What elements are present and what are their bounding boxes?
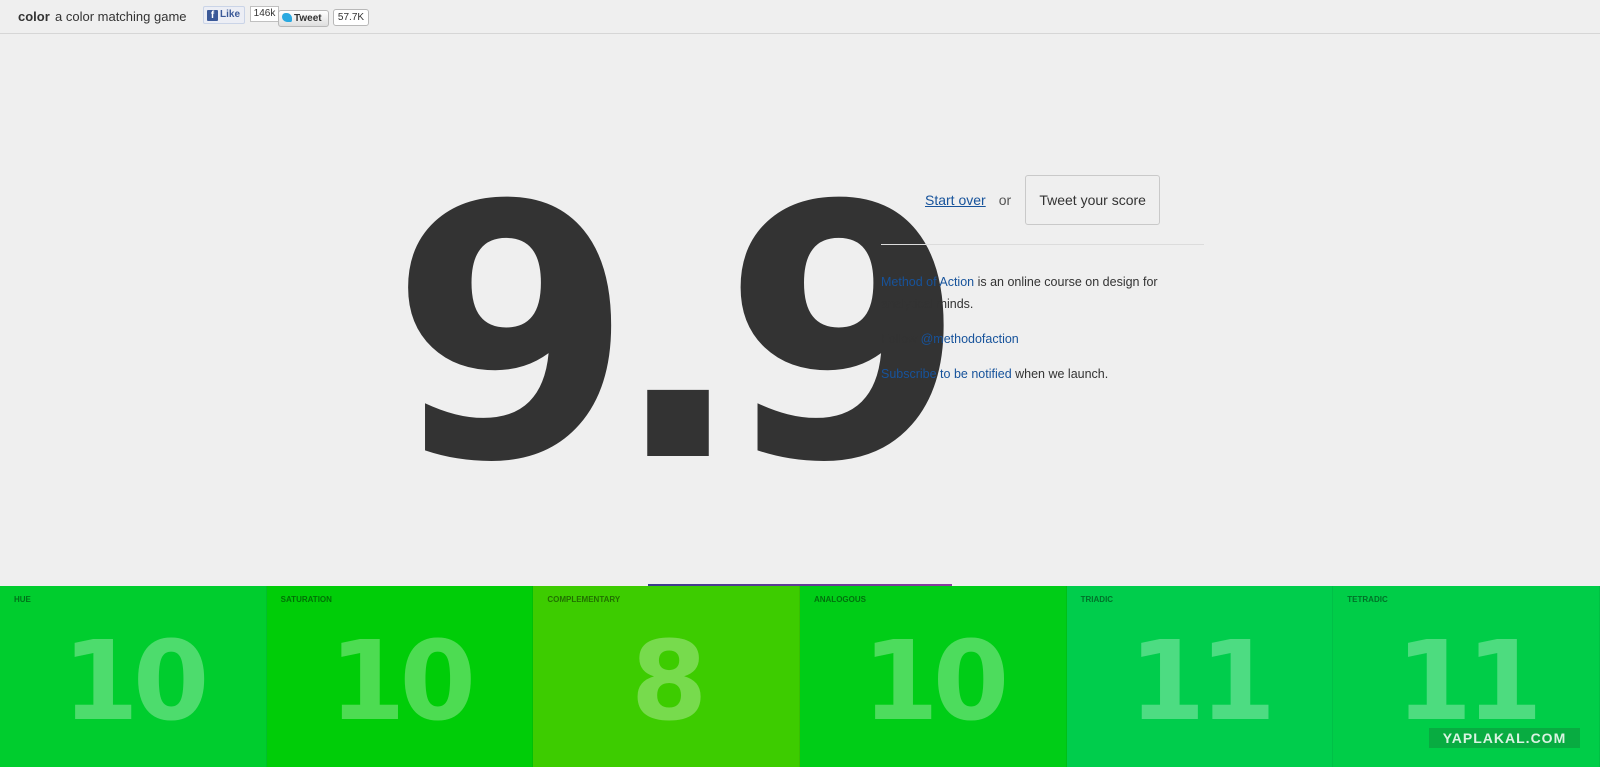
facebook-like-label: Like	[220, 9, 241, 20]
or-separator: or	[998, 192, 1012, 208]
round-score: 10	[62, 617, 209, 745]
follow-text: Follow	[881, 332, 921, 346]
tweet-label: Tweet	[294, 13, 322, 24]
round-label: ANALOGOUS	[813, 595, 866, 604]
brand-logo[interactable]: color	[18, 9, 50, 24]
round-scores: HUE 10 SATURATION 10 COMPLEMENTARY 8 ANA…	[0, 586, 1600, 767]
round-tile-hue: HUE 10	[0, 586, 267, 767]
facebook-like-button[interactable]: f Like	[203, 6, 245, 24]
subscribe-link[interactable]: Subscribe to be notified	[881, 367, 1012, 381]
round-label: TRIADIC	[1080, 595, 1114, 604]
tweet-button[interactable]: Tweet	[278, 10, 329, 27]
method-of-action-link[interactable]: Method of Action	[881, 275, 974, 289]
round-label: TETRADIC	[1347, 595, 1388, 604]
round-tile-triadic: TRIADIC 11	[1066, 586, 1334, 767]
round-label: SATURATION	[280, 595, 332, 604]
twitter-handle-link[interactable]: @methodofaction	[921, 332, 1019, 346]
course-blurb: Method of Action is an online course on …	[881, 271, 1171, 315]
follow-line: Follow @methodofaction	[881, 328, 1171, 350]
round-score: 10	[328, 617, 476, 745]
round-label: HUE	[14, 595, 31, 604]
info-panel: Method of Action is an online course on …	[881, 271, 1171, 398]
round-tile-analogous: ANALOGOUS 10	[799, 586, 1067, 767]
watermark: YAPLAKAL.COM	[1429, 728, 1580, 748]
round-label: COMPLEMENTARY	[547, 595, 621, 604]
twitter-bird-icon	[282, 13, 292, 22]
tagline: a color matching game	[55, 9, 187, 24]
round-tile-complementary: COMPLEMENTARY 8	[533, 586, 800, 767]
facebook-like-count: 146k	[250, 6, 279, 22]
final-score: 9.9	[390, 131, 966, 539]
round-tile-saturation: SATURATION 10	[266, 586, 534, 767]
subscribe-text: when we launch.	[1011, 367, 1109, 381]
round-score: 10	[862, 617, 1009, 745]
start-over-link[interactable]: Start over	[925, 192, 986, 208]
facebook-icon: f	[207, 10, 218, 21]
top-bar: color a color matching game f Like 146k T…	[0, 0, 1600, 34]
divider	[881, 244, 1204, 245]
round-score: 11	[1395, 617, 1543, 745]
round-score: 11	[1128, 617, 1276, 745]
tweet-score-button[interactable]: Tweet your score	[1025, 175, 1161, 225]
tweet-count: 57.7K	[333, 9, 369, 26]
result-actions: Start over or Tweet your score	[925, 175, 1161, 225]
round-score: 8	[630, 617, 708, 745]
subscribe-line: Subscribe to be notified when we launch.	[881, 363, 1171, 385]
